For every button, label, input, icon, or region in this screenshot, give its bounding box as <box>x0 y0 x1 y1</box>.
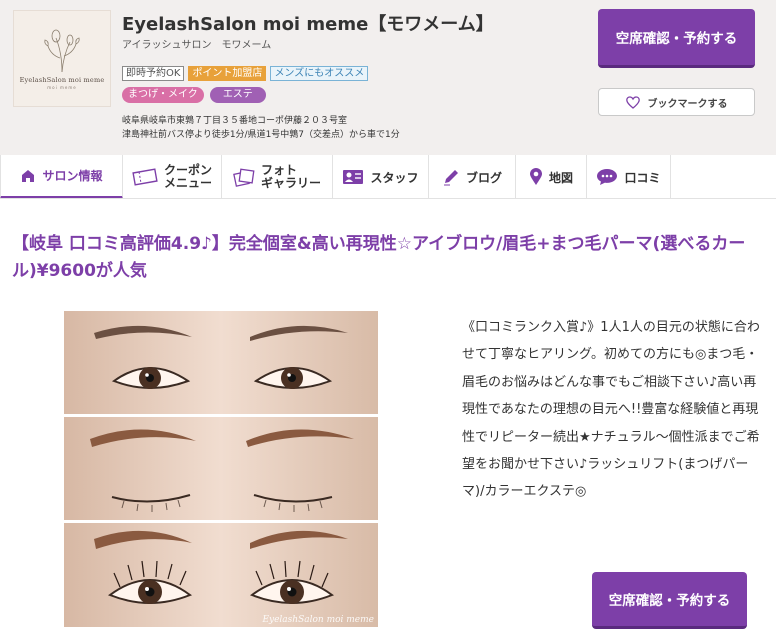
logo-text: EyelashSalon moi meme <box>19 75 105 84</box>
salon-address-block: 岐阜県岐阜市東鶉７丁目３５番地コーポ伊藤２０３号室 津島神社前バス停より徒歩1分… <box>122 114 400 142</box>
photo-watermark: EyelashSalon moi meme <box>261 615 374 625</box>
home-icon <box>22 169 35 182</box>
map-pin-icon <box>529 168 542 185</box>
salon-header: EyelashSalon moi meme moi meme EyelashSa… <box>0 0 776 155</box>
bookmark-label: ブックマークする <box>647 98 728 110</box>
salon-description: 《口コミランク入賞♪》1人1人の目元の状態に合わせて丁寧なヒアリング。初めての方… <box>462 320 760 500</box>
salon-logo: EyelashSalon moi meme moi meme <box>13 10 111 107</box>
tab-map[interactable]: 地図 <box>516 155 587 199</box>
salon-main-photo[interactable]: EyelashSalon moi meme <box>64 311 378 627</box>
salon-catchphrase: 【岐阜 口コミ高評価4.9♪】完全個室&高い再現性☆アイブロウ/眉毛+まつ毛パー… <box>12 234 746 281</box>
flower-logo-icon <box>44 29 80 72</box>
salon-address: 岐阜県岐阜市東鶉７丁目３５番地コーポ伊藤２０３号室 <box>122 116 348 126</box>
coupon-icon <box>132 168 158 186</box>
category-pills: まつげ・メイク エステ <box>122 87 266 103</box>
reserve-button-bottom[interactable]: 空席確認・予約する <box>592 572 747 629</box>
tab-blog[interactable]: ブログ <box>429 155 516 199</box>
salon-name: EyelashSalon moi meme【モワメーム】 <box>122 14 494 35</box>
tab-staff[interactable]: スタッフ <box>333 155 429 199</box>
heart-icon <box>625 95 640 109</box>
tab-label-coupon-menu: クーポン メニュー <box>163 163 212 190</box>
tab-photo-gallery[interactable]: フォト ギャラリー <box>222 155 333 199</box>
staff-icon <box>343 170 364 184</box>
category-lash-makeup[interactable]: まつげ・メイク <box>122 87 204 103</box>
badge-mens-recommended: メンズにもオススメ <box>270 66 369 81</box>
pen-icon <box>443 170 458 186</box>
tab-salon-info[interactable]: サロン情報 <box>0 155 123 199</box>
tab-coupon-menu[interactable]: クーポン メニュー <box>123 155 222 199</box>
salon-access: 津島神社前バス停より徒歩1分/県道1号中鶉7（交差点）から車で1分 <box>122 130 400 140</box>
logo-subtext: moi meme <box>47 84 77 90</box>
badge-point-member: ポイント加盟店 <box>188 66 267 81</box>
salon-nav-tabs: サロン情報 クーポン メニュー フォト ギャラリー スタッフ ブログ 地図 口コ… <box>0 155 776 199</box>
tab-label-blog: ブログ <box>465 170 502 185</box>
tab-label-map: 地図 <box>548 170 573 185</box>
photo-icon <box>233 168 255 187</box>
chat-icon <box>597 169 618 185</box>
salon-kana-name: アイラッシュサロン モワメーム <box>122 40 272 51</box>
tab-label-reviews: 口コミ <box>624 170 661 185</box>
feature-badges: 即時予約OK ポイント加盟店 メンズにもオススメ <box>122 66 369 81</box>
tab-label-photo-gallery: フォト ギャラリー <box>260 163 321 190</box>
tab-label-staff: スタッフ <box>370 170 419 185</box>
tab-reviews[interactable]: 口コミ <box>587 155 671 199</box>
tabs-divider <box>0 198 776 199</box>
eye-comparison-image: EyelashSalon moi meme <box>64 311 378 627</box>
bookmark-button[interactable]: ブックマークする <box>598 88 755 116</box>
reserve-button-top[interactable]: 空席確認・予約する <box>598 9 755 68</box>
category-esthe[interactable]: エステ <box>209 87 266 103</box>
badge-instant-booking: 即時予約OK <box>122 66 185 81</box>
tab-label-salon-info: サロン情報 <box>42 169 103 183</box>
